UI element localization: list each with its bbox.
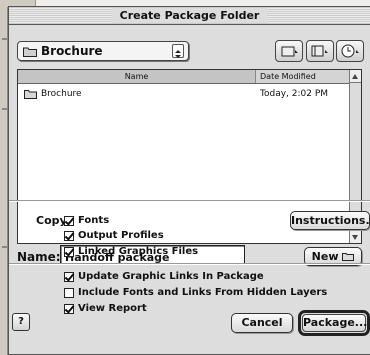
file-date: Today, 2:02 PM <box>260 89 329 99</box>
view-report-checkbox[interactable]: View Report <box>64 302 147 316</box>
divider <box>9 263 370 265</box>
checkbox-label: Fonts <box>78 215 110 226</box>
package-button-label: Package... <box>302 314 367 332</box>
checkbox-label: Update Graphic Links In Package <box>78 271 264 282</box>
instructions-button[interactable]: Instructions... <box>290 211 370 230</box>
file-name: Brochure <box>41 89 82 99</box>
checkbox-box[interactable] <box>64 288 74 298</box>
recent-button[interactable] <box>336 40 364 62</box>
cancel-button[interactable]: Cancel <box>231 313 293 333</box>
checkbox-box[interactable] <box>64 216 74 226</box>
checkbox-box[interactable] <box>64 304 74 314</box>
hidden-layers-checkbox[interactable]: Include Fonts and Links From Hidden Laye… <box>64 286 327 300</box>
scroll-down-arrow-icon[interactable] <box>350 230 361 243</box>
checkbox-label: Include Fonts and Links From Hidden Laye… <box>78 287 328 298</box>
disk-icon <box>281 46 298 57</box>
popup-arrows-icon <box>172 44 184 58</box>
checkbox-label: Linked Graphics Files <box>78 246 199 257</box>
shortcuts-button[interactable] <box>306 40 334 62</box>
folder-icon <box>24 90 37 99</box>
help-button[interactable]: ? <box>12 313 30 331</box>
divider <box>9 200 370 202</box>
output-profiles-checkbox[interactable]: Output Profiles <box>64 229 164 243</box>
file-list-header: Name Date Modified <box>18 70 361 84</box>
column-header-name[interactable]: Name <box>18 70 256 83</box>
shortcuts-icon <box>311 45 328 57</box>
checkbox-box[interactable] <box>64 272 74 282</box>
clock-icon <box>341 44 359 58</box>
checkbox-box[interactable] <box>64 247 74 257</box>
dialog-title: Create Package Folder <box>111 8 268 23</box>
create-package-dialog: Create Package Folder Brochure Name Date… <box>8 6 370 355</box>
file-list-row[interactable]: Brochure Today, 2:02 PM <box>18 86 350 102</box>
package-button[interactable]: Package... <box>298 310 370 336</box>
checkbox-label: View Report <box>78 303 147 314</box>
dialog-titlebar[interactable]: Create Package Folder <box>9 7 370 25</box>
checkbox-box[interactable] <box>64 231 74 241</box>
folder-icon <box>23 47 37 57</box>
new-folder-label: New <box>311 250 339 263</box>
location-popup-label: Brochure <box>41 44 103 58</box>
checkbox-label: Output Profiles <box>78 230 164 241</box>
linked-graphics-checkbox[interactable]: Linked Graphics Files <box>64 245 198 259</box>
fonts-checkbox[interactable]: Fonts <box>64 214 109 228</box>
folder-icon <box>342 253 355 261</box>
update-links-checkbox[interactable]: Update Graphic Links In Package <box>64 270 264 284</box>
scroll-up-arrow-icon[interactable] <box>350 70 361 83</box>
column-header-date[interactable]: Date Modified <box>260 70 316 83</box>
eject-button[interactable] <box>275 40 303 62</box>
location-popup[interactable]: Brochure <box>17 41 189 61</box>
